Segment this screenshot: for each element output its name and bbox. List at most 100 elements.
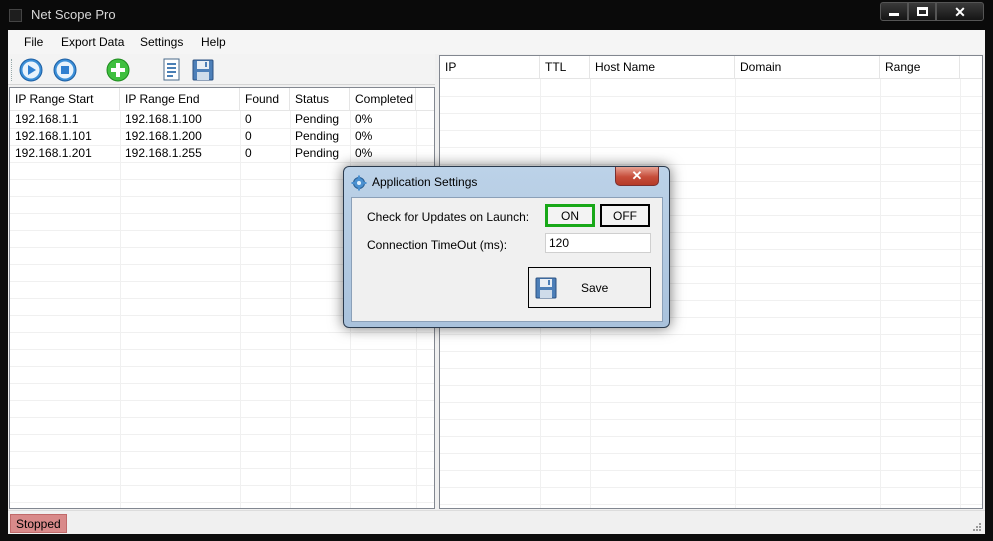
- grid-row-line: [10, 485, 434, 486]
- column-header-ip[interactable]: IP: [440, 56, 540, 79]
- menu-file[interactable]: File: [24, 35, 43, 49]
- grid-row-line: [440, 96, 982, 97]
- save-button[interactable]: [190, 57, 216, 83]
- grid-column-line: [240, 111, 241, 508]
- grid-row-line: [440, 147, 982, 148]
- menu-export-data[interactable]: Export Data: [61, 35, 124, 49]
- column-header-domain[interactable]: Domain: [735, 56, 880, 79]
- grid-row-line: [440, 334, 982, 335]
- grid-row-line: [10, 417, 434, 418]
- table-cell: 0: [245, 146, 252, 160]
- grid-row-line: [440, 351, 982, 352]
- table-cell: Pending: [295, 146, 340, 160]
- close-button[interactable]: ✕: [936, 2, 984, 21]
- results-header: IP TTL Host Name Domain Range: [440, 56, 982, 79]
- table-cell: 192.168.1.1: [15, 112, 79, 126]
- grid-row-line: [10, 400, 434, 401]
- grid-row-line: [10, 349, 434, 350]
- maximize-button[interactable]: [908, 2, 936, 21]
- play-icon: [19, 58, 43, 82]
- menu-bar: File Export Data Settings Help: [8, 30, 985, 54]
- grid-column-line: [735, 79, 736, 508]
- column-header-found[interactable]: Found: [240, 88, 290, 111]
- dialog-title: Application Settings: [372, 175, 478, 189]
- table-cell: 0: [245, 129, 252, 143]
- app-icon: [9, 9, 22, 22]
- menu-help[interactable]: Help: [201, 35, 226, 49]
- window-title: Net Scope Pro: [31, 7, 116, 22]
- table-row[interactable]: 192.168.1.1 192.168.1.100 0 Pending 0%: [10, 111, 416, 128]
- grid-row-line: [440, 487, 982, 488]
- grid-row-line: [440, 504, 982, 505]
- grid-row-line: [10, 468, 434, 469]
- menu-settings[interactable]: Settings: [140, 35, 183, 49]
- column-header-ip-range-end[interactable]: IP Range End: [120, 88, 240, 111]
- add-range-button[interactable]: [105, 57, 131, 83]
- save-label: Save: [581, 281, 609, 295]
- table-cell: 192.168.1.201: [15, 146, 92, 160]
- grid-column-line: [120, 111, 121, 508]
- timeout-input[interactable]: [545, 233, 651, 253]
- column-header-completed[interactable]: Completed: [350, 88, 416, 111]
- grid-row-line: [10, 162, 434, 163]
- grid-row-line: [440, 164, 982, 165]
- column-header-host-name[interactable]: Host Name: [590, 56, 735, 79]
- toolbar-grip[interactable]: [11, 59, 14, 81]
- table-cell: 192.168.1.200: [125, 129, 202, 143]
- report-icon: [163, 58, 180, 81]
- stop-scan-button[interactable]: [52, 57, 78, 83]
- save-settings-button[interactable]: Save: [528, 267, 651, 308]
- title-bar[interactable]: Net Scope Pro ✕: [0, 0, 993, 30]
- grid-row-line: [440, 419, 982, 420]
- updates-off-button[interactable]: OFF: [600, 204, 650, 227]
- table-row[interactable]: 192.168.1.201 192.168.1.255 0 Pending 0%: [10, 145, 416, 162]
- table-row[interactable]: 192.168.1.101 192.168.1.200 0 Pending 0%: [10, 128, 416, 145]
- column-header-status[interactable]: Status: [290, 88, 350, 111]
- status-bar: Stopped: [8, 510, 985, 534]
- column-header-ttl[interactable]: TTL: [540, 56, 590, 79]
- settings-dialog: Application Settings ✕ Check for Updates…: [343, 166, 670, 328]
- grid-row-line: [10, 451, 434, 452]
- column-header-range[interactable]: Range: [880, 56, 960, 79]
- start-scan-button[interactable]: [18, 57, 44, 83]
- updates-on-button[interactable]: ON: [545, 204, 595, 227]
- grid-row-line: [440, 385, 982, 386]
- table-cell: 0%: [355, 146, 373, 160]
- dialog-body: Check for Updates on Launch: ON OFF Conn…: [351, 197, 663, 322]
- resize-grip-icon[interactable]: [971, 521, 981, 531]
- grid-column-line: [880, 79, 881, 508]
- table-cell: Pending: [295, 112, 340, 126]
- grid-row-line: [10, 383, 434, 384]
- table-cell: 0%: [355, 112, 373, 126]
- updates-label: Check for Updates on Launch:: [367, 210, 530, 224]
- dialog-close-button[interactable]: ✕: [615, 167, 659, 186]
- save-icon: [192, 59, 214, 81]
- grid-row-line: [440, 470, 982, 471]
- grid-row-line: [440, 113, 982, 114]
- grid-row-line: [440, 402, 982, 403]
- save-icon: [535, 277, 557, 299]
- report-button[interactable]: [159, 57, 185, 83]
- table-cell: 192.168.1.101: [15, 129, 92, 143]
- grid-row-line: [440, 368, 982, 369]
- grid-row-line: [440, 130, 982, 131]
- grid-row-line: [440, 436, 982, 437]
- table-cell: 0%: [355, 129, 373, 143]
- grid-column-line: [290, 111, 291, 508]
- column-header-ip-range-start[interactable]: IP Range Start: [10, 88, 120, 111]
- timeout-label: Connection TimeOut (ms):: [367, 238, 508, 252]
- maximize-icon: [916, 7, 928, 16]
- grid-row-line: [10, 366, 434, 367]
- table-cell: 192.168.1.100: [125, 112, 202, 126]
- grid-column-line: [960, 79, 961, 508]
- gear-icon: [351, 175, 367, 191]
- minimize-button[interactable]: [880, 2, 908, 21]
- app-window: Net Scope Pro ✕ File Export Data Setting…: [0, 0, 993, 541]
- table-cell: 192.168.1.255: [125, 146, 202, 160]
- table-cell: 0: [245, 112, 252, 126]
- stop-icon: [53, 58, 77, 82]
- grid-row-line: [10, 332, 434, 333]
- grid-row-line: [10, 502, 434, 503]
- table-header: IP Range Start IP Range End Found Status…: [10, 88, 434, 111]
- minimize-icon: [889, 13, 899, 16]
